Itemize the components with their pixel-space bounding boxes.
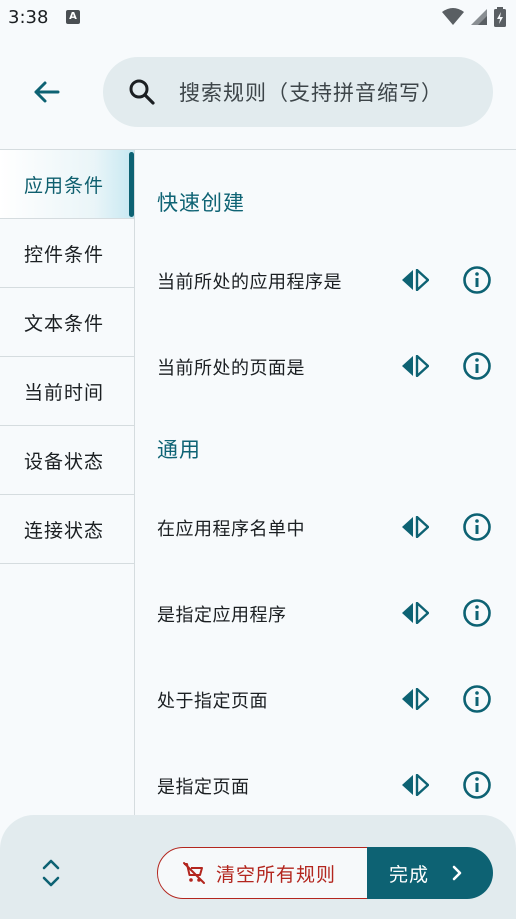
- info-icon[interactable]: [461, 683, 493, 715]
- status-indicators: [442, 6, 506, 28]
- arrow-left-icon: [34, 81, 60, 103]
- sidebar-item-device-state[interactable]: 设备状态: [0, 426, 134, 495]
- top-bar: 搜索规则（支持拼音缩写）: [0, 34, 516, 150]
- sidebar-item-current-time[interactable]: 当前时间: [0, 357, 134, 426]
- swap-icon[interactable]: [400, 352, 430, 380]
- swap-icon[interactable]: [400, 513, 430, 541]
- sidebar-item-label: 设备状态: [24, 450, 105, 473]
- condition-label: 在应用程序名单中: [157, 519, 305, 540]
- condition-label: 当前所处的应用程序是: [157, 272, 342, 293]
- sidebar-item-label: 连接状态: [24, 519, 105, 542]
- info-icon[interactable]: [461, 769, 493, 801]
- sidebar-item-text-conditions[interactable]: 文本条件: [0, 288, 134, 357]
- notification-icon: A: [66, 10, 80, 24]
- section-title-quick-create: 快速创建: [157, 191, 245, 215]
- sidebar-item-connection-state[interactable]: 连接状态: [0, 495, 134, 564]
- wifi-icon: [442, 8, 464, 25]
- clear-all-rules-label: 清空所有规则: [216, 863, 337, 886]
- info-icon[interactable]: [461, 511, 493, 543]
- sidebar-item-app-conditions[interactable]: 应用条件: [0, 150, 134, 219]
- list-item[interactable]: 当前所处的应用程序是: [135, 250, 516, 310]
- swap-icon[interactable]: [400, 266, 430, 294]
- search-icon: [127, 77, 157, 107]
- status-bar: 3:38 A: [0, 0, 516, 34]
- list-item[interactable]: 是指定应用程序: [135, 583, 516, 643]
- info-icon[interactable]: [461, 597, 493, 629]
- back-button[interactable]: [20, 70, 72, 114]
- clear-all-rules-button[interactable]: 清空所有规则: [157, 847, 369, 899]
- chevron-right-icon: [452, 865, 462, 881]
- sidebar-item-label: 控件条件: [24, 243, 105, 266]
- condition-label: 处于指定页面: [157, 691, 268, 712]
- swap-icon[interactable]: [400, 599, 430, 627]
- done-button[interactable]: 完成: [367, 847, 493, 899]
- search-input[interactable]: 搜索规则（支持拼音缩写）: [103, 57, 493, 127]
- sidebar-item-label: 文本条件: [24, 312, 105, 335]
- list-item[interactable]: 在应用程序名单中: [135, 497, 516, 557]
- list-item[interactable]: 是指定页面: [135, 755, 516, 815]
- expand-toggle-button[interactable]: [34, 853, 68, 893]
- sidebar-item-label: 应用条件: [24, 174, 105, 197]
- section-title-general: 通用: [157, 438, 201, 462]
- condition-label: 是指定页面: [157, 777, 250, 798]
- info-icon[interactable]: [461, 264, 493, 296]
- swap-icon[interactable]: [400, 685, 430, 713]
- sidebar-item-label: 当前时间: [24, 381, 105, 404]
- battery-icon: [494, 7, 506, 27]
- info-icon[interactable]: [461, 350, 493, 382]
- list-item[interactable]: 当前所处的页面是: [135, 336, 516, 396]
- search-placeholder: 搜索规则（支持拼音缩写）: [179, 81, 443, 105]
- bottom-action-bar: 清空所有规则 完成: [0, 815, 516, 919]
- condition-label: 当前所处的页面是: [157, 358, 305, 379]
- signal-icon: [471, 9, 487, 25]
- category-sidebar: 应用条件 控件条件 文本条件 当前时间 设备状态 连接状态: [0, 150, 134, 564]
- status-time: 3:38: [8, 7, 49, 28]
- unfold-icon: [42, 859, 60, 887]
- condition-label: 是指定应用程序: [157, 605, 287, 626]
- done-label: 完成: [389, 863, 430, 886]
- swap-icon[interactable]: [400, 771, 430, 799]
- sidebar-item-widget-conditions[interactable]: 控件条件: [0, 219, 134, 288]
- list-item[interactable]: 处于指定页面: [135, 669, 516, 729]
- remove-cart-icon: [183, 862, 205, 884]
